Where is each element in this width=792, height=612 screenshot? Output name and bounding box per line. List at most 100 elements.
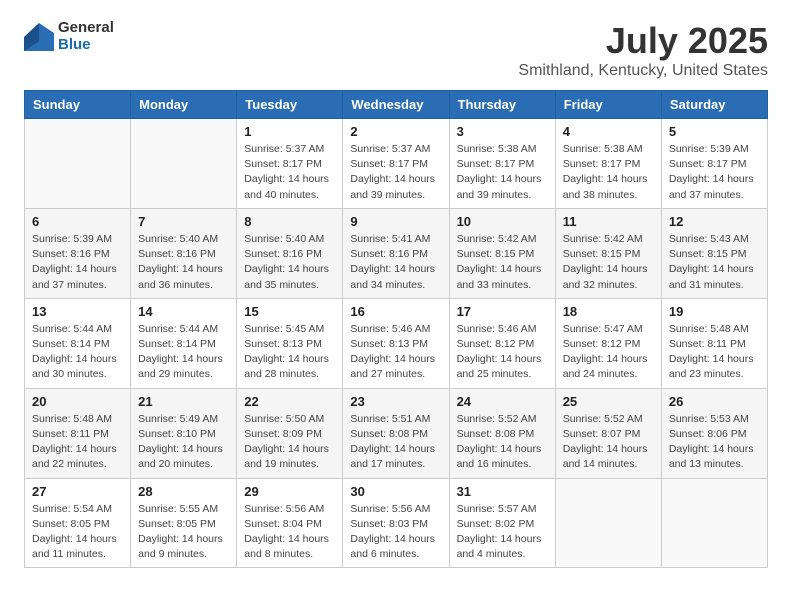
calendar-cell: 10Sunrise: 5:42 AM Sunset: 8:15 PM Dayli… <box>449 208 555 298</box>
day-header-saturday: Saturday <box>661 91 767 119</box>
day-number: 6 <box>32 214 123 229</box>
calendar-cell: 1 Sunrise: 5:37 AM Sunset: 8:17 PM Daylig… <box>237 119 343 209</box>
day-number: 24 <box>457 394 548 409</box>
calendar-cell: 16 Sunrise: 5:46 AM Sunset: 8:13 PM Dayli… <box>343 298 449 388</box>
day-info: Sunrise: 5:38 AM Sunset: 8:17 PM Dayligh… <box>457 142 548 203</box>
day-header-friday: Friday <box>555 91 661 119</box>
day-number: 29 <box>244 484 335 499</box>
calendar-cell: 31Sunrise: 5:57 AM Sunset: 8:02 PM Dayli… <box>449 478 555 568</box>
day-info: Sunrise: 5:38 AM Sunset: 8:17 PM Dayligh… <box>563 142 654 203</box>
day-number: 5 <box>669 124 760 139</box>
logo-icon <box>24 23 54 51</box>
day-header-sunday: Sunday <box>25 91 131 119</box>
day-number: 12 <box>669 214 760 229</box>
day-info: Sunrise: 5:48 AM Sunset: 8:11 PM Dayligh… <box>669 322 760 383</box>
calendar-cell: 8 Sunrise: 5:40 AM Sunset: 8:16 PM Daylig… <box>237 208 343 298</box>
logo: General Blue <box>24 20 114 53</box>
calendar-week-3: 13 Sunrise: 5:44 AM Sunset: 8:14 PM Dayli… <box>25 298 768 388</box>
day-number: 1 <box>244 124 335 139</box>
calendar-cell: 17 Sunrise: 5:46 AM Sunset: 8:12 PM Dayli… <box>449 298 555 388</box>
day-info: Sunrise: 5:40 AM Sunset: 8:16 PM Dayligh… <box>138 232 229 293</box>
calendar-cell: 6Sunrise: 5:39 AM Sunset: 8:16 PM Daylig… <box>25 208 131 298</box>
day-info: Sunrise: 5:41 AM Sunset: 8:16 PM Dayligh… <box>350 232 441 293</box>
day-number: 9 <box>350 214 441 229</box>
logo-blue-text: Blue <box>58 37 114 54</box>
day-info: Sunrise: 5:44 AM Sunset: 8:14 PM Dayligh… <box>32 322 123 383</box>
calendar-cell: 29 Sunrise: 5:56 AM Sunset: 8:04 PM Dayli… <box>237 478 343 568</box>
day-header-monday: Monday <box>131 91 237 119</box>
day-number: 2 <box>350 124 441 139</box>
day-info: Sunrise: 5:52 AM Sunset: 8:08 PM Dayligh… <box>457 412 548 473</box>
day-header-tuesday: Tuesday <box>237 91 343 119</box>
day-info: Sunrise: 5:55 AM Sunset: 8:05 PM Dayligh… <box>138 502 229 563</box>
day-info: Sunrise: 5:51 AM Sunset: 8:08 PM Dayligh… <box>350 412 441 473</box>
calendar-cell <box>555 478 661 568</box>
calendar-cell: 24 Sunrise: 5:52 AM Sunset: 8:08 PM Dayli… <box>449 388 555 478</box>
day-number: 28 <box>138 484 229 499</box>
day-info: Sunrise: 5:42 AM Sunset: 8:15 PM Dayligh… <box>457 232 548 293</box>
day-number: 23 <box>350 394 441 409</box>
day-info: Sunrise: 5:48 AM Sunset: 8:11 PM Dayligh… <box>32 412 123 473</box>
day-number: 13 <box>32 304 123 319</box>
calendar-cell: 5 Sunrise: 5:39 AM Sunset: 8:17 PM Daylig… <box>661 119 767 209</box>
calendar-week-5: 27 Sunrise: 5:54 AM Sunset: 8:05 PM Dayli… <box>25 478 768 568</box>
day-info: Sunrise: 5:52 AM Sunset: 8:07 PM Dayligh… <box>563 412 654 473</box>
calendar-cell: 21Sunrise: 5:49 AM Sunset: 8:10 PM Dayli… <box>131 388 237 478</box>
calendar-cell: 18 Sunrise: 5:47 AM Sunset: 8:12 PM Dayli… <box>555 298 661 388</box>
day-info: Sunrise: 5:54 AM Sunset: 8:05 PM Dayligh… <box>32 502 123 563</box>
calendar-cell: 26Sunrise: 5:53 AM Sunset: 8:06 PM Dayli… <box>661 388 767 478</box>
calendar-cell: 3 Sunrise: 5:38 AM Sunset: 8:17 PM Daylig… <box>449 119 555 209</box>
calendar-cell: 13 Sunrise: 5:44 AM Sunset: 8:14 PM Dayli… <box>25 298 131 388</box>
day-info: Sunrise: 5:47 AM Sunset: 8:12 PM Dayligh… <box>563 322 654 383</box>
day-number: 27 <box>32 484 123 499</box>
day-info: Sunrise: 5:57 AM Sunset: 8:02 PM Dayligh… <box>457 502 548 563</box>
logo-text: General Blue <box>58 20 114 53</box>
calendar-cell: 15 Sunrise: 5:45 AM Sunset: 8:13 PM Dayli… <box>237 298 343 388</box>
title-block: July 2025 Smithland, Kentucky, United St… <box>518 20 768 80</box>
day-number: 30 <box>350 484 441 499</box>
day-info: Sunrise: 5:42 AM Sunset: 8:15 PM Dayligh… <box>563 232 654 293</box>
day-info: Sunrise: 5:45 AM Sunset: 8:13 PM Dayligh… <box>244 322 335 383</box>
day-number: 14 <box>138 304 229 319</box>
day-info: Sunrise: 5:40 AM Sunset: 8:16 PM Dayligh… <box>244 232 335 293</box>
day-info: Sunrise: 5:49 AM Sunset: 8:10 PM Dayligh… <box>138 412 229 473</box>
day-number: 8 <box>244 214 335 229</box>
header: General Blue July 2025 Smithland, Kentuc… <box>24 20 768 80</box>
day-info: Sunrise: 5:56 AM Sunset: 8:03 PM Dayligh… <box>350 502 441 563</box>
day-number: 15 <box>244 304 335 319</box>
page: General Blue July 2025 Smithland, Kentuc… <box>0 0 792 588</box>
calendar-header: SundayMondayTuesdayWednesdayThursdayFrid… <box>25 91 768 119</box>
day-number: 7 <box>138 214 229 229</box>
calendar-cell: 19Sunrise: 5:48 AM Sunset: 8:11 PM Dayli… <box>661 298 767 388</box>
calendar-cell: 27 Sunrise: 5:54 AM Sunset: 8:05 PM Dayli… <box>25 478 131 568</box>
calendar-cell: 25Sunrise: 5:52 AM Sunset: 8:07 PM Dayli… <box>555 388 661 478</box>
day-number: 22 <box>244 394 335 409</box>
day-info: Sunrise: 5:44 AM Sunset: 8:14 PM Dayligh… <box>138 322 229 383</box>
calendar-body: 1 Sunrise: 5:37 AM Sunset: 8:17 PM Daylig… <box>25 119 768 568</box>
calendar-cell <box>25 119 131 209</box>
day-number: 17 <box>457 304 548 319</box>
day-info: Sunrise: 5:46 AM Sunset: 8:12 PM Dayligh… <box>457 322 548 383</box>
header-row: SundayMondayTuesdayWednesdayThursdayFrid… <box>25 91 768 119</box>
day-info: Sunrise: 5:50 AM Sunset: 8:09 PM Dayligh… <box>244 412 335 473</box>
day-number: 4 <box>563 124 654 139</box>
day-info: Sunrise: 5:56 AM Sunset: 8:04 PM Dayligh… <box>244 502 335 563</box>
day-number: 18 <box>563 304 654 319</box>
day-info: Sunrise: 5:37 AM Sunset: 8:17 PM Dayligh… <box>244 142 335 203</box>
calendar-cell: 9 Sunrise: 5:41 AM Sunset: 8:16 PM Daylig… <box>343 208 449 298</box>
calendar-cell: 2Sunrise: 5:37 AM Sunset: 8:17 PM Daylig… <box>343 119 449 209</box>
day-header-wednesday: Wednesday <box>343 91 449 119</box>
day-info: Sunrise: 5:46 AM Sunset: 8:13 PM Dayligh… <box>350 322 441 383</box>
day-number: 16 <box>350 304 441 319</box>
calendar-cell: 14 Sunrise: 5:44 AM Sunset: 8:14 PM Dayli… <box>131 298 237 388</box>
sub-title: Smithland, Kentucky, United States <box>518 62 768 80</box>
calendar-week-1: 1 Sunrise: 5:37 AM Sunset: 8:17 PM Daylig… <box>25 119 768 209</box>
day-number: 3 <box>457 124 548 139</box>
calendar-cell: 22 Sunrise: 5:50 AM Sunset: 8:09 PM Dayli… <box>237 388 343 478</box>
day-number: 11 <box>563 214 654 229</box>
calendar-cell: 11 Sunrise: 5:42 AM Sunset: 8:15 PM Dayli… <box>555 208 661 298</box>
calendar-cell: 12Sunrise: 5:43 AM Sunset: 8:15 PM Dayli… <box>661 208 767 298</box>
calendar-week-2: 6Sunrise: 5:39 AM Sunset: 8:16 PM Daylig… <box>25 208 768 298</box>
calendar-cell: 4 Sunrise: 5:38 AM Sunset: 8:17 PM Daylig… <box>555 119 661 209</box>
day-info: Sunrise: 5:39 AM Sunset: 8:17 PM Dayligh… <box>669 142 760 203</box>
